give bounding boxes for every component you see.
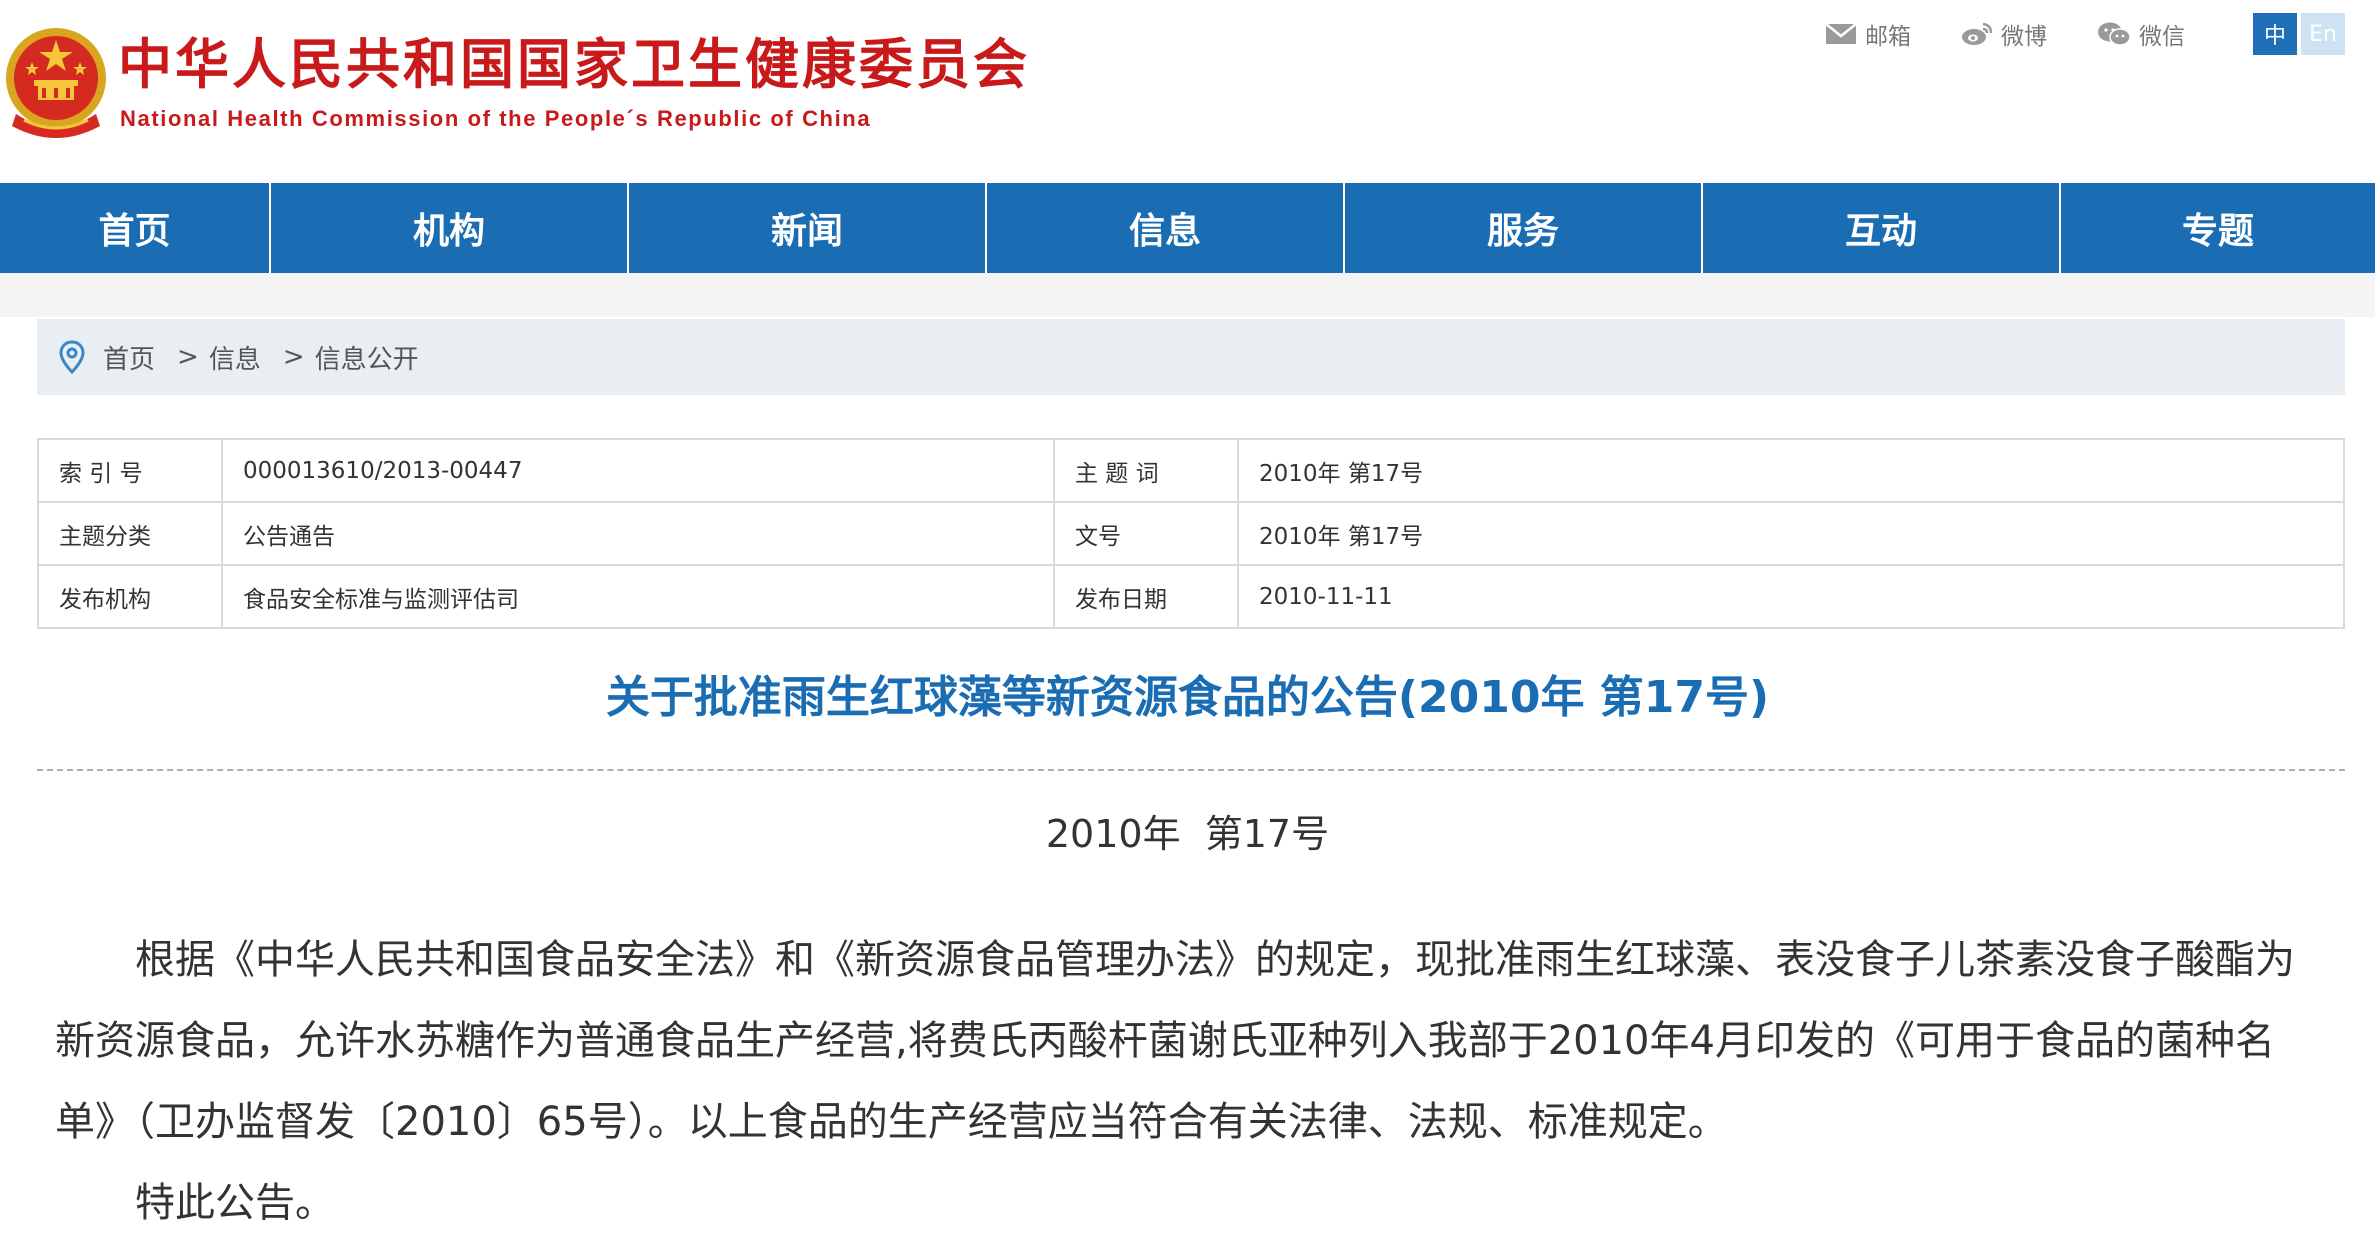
meta-value-category: 公告通告 [221, 501, 1055, 566]
meta-label-publish-date: 发布日期 [1053, 564, 1239, 629]
weibo-link-label: 微博 [2001, 24, 2047, 50]
national-emblem-logo[interactable] [2, 22, 110, 142]
table-row: 主题分类 公告通告 文号 2010年 第17号 [37, 501, 2345, 566]
nav-item-information[interactable]: 信息 [987, 183, 1345, 273]
wechat-link-label: 微信 [2139, 24, 2185, 50]
lang-en-button[interactable]: En [2301, 13, 2345, 55]
top-links: 邮箱 微博 微信 中 En [1775, 13, 2345, 55]
weibo-icon [1962, 22, 1993, 45]
breadcrumb-separator: > [282, 342, 305, 372]
meta-value-index-number: 000013610/2013-00447 [221, 438, 1055, 503]
main-nav: 首页 机构 新闻 信息 服务 互动 专题 [0, 183, 2375, 273]
table-row: 发布机构 食品安全标准与监测评估司 发布日期 2010-11-11 [37, 564, 2345, 629]
nav-item-news[interactable]: 新闻 [629, 183, 987, 273]
meta-value-publish-date: 2010-11-11 [1237, 564, 2345, 629]
article-title: 关于批准雨生红球藻等新资源食品的公告(2010年 第17号) [605, 672, 1770, 723]
location-pin-icon [59, 340, 85, 374]
wechat-icon [2098, 22, 2131, 46]
meta-value-publisher: 食品安全标准与监测评估司 [221, 564, 1055, 629]
article-doc-number: 2010年 第17号 [1045, 812, 1330, 856]
mail-link-label: 邮箱 [1865, 24, 1911, 50]
title-divider [37, 769, 2345, 771]
table-row: 索 引 号 000013610/2013-00447 主 题 词 2010年 第… [37, 438, 2345, 503]
meta-label-keywords: 主 题 词 [1053, 438, 1239, 503]
breadcrumb-separator: > [177, 342, 199, 372]
breadcrumb-information[interactable]: 信息 [209, 339, 261, 376]
article-paragraph: 特此公告。 [135, 1180, 335, 1226]
language-switch: 中 En [2249, 13, 2345, 55]
mail-icon [1825, 23, 1857, 44]
nav-item-home[interactable]: 首页 [0, 183, 271, 273]
nav-item-topics[interactable]: 专题 [2061, 183, 2375, 273]
breadcrumb: 首页 > 信息 > 信息公开 [37, 319, 2345, 395]
document-metadata-table: 索 引 号 000013610/2013-00447 主 题 词 2010年 第… [37, 438, 2345, 629]
wechat-link[interactable]: 微信 [2097, 17, 2185, 51]
lang-cn-button[interactable]: 中 [2253, 13, 2297, 55]
site-name-cn[interactable]: 中华人民共和国国家卫生健康委员会 [118, 28, 1030, 100]
weibo-link[interactable]: 微博 [1961, 17, 2047, 51]
nav-bottom-strip [0, 273, 2375, 317]
article-body: 根据《中华人民共和国食品安全法》和《新资源食品管理办法》的规定，现批准雨生红球藻… [55, 920, 2325, 1244]
meta-value-doc-number: 2010年 第17号 [1237, 501, 2345, 566]
nav-item-interaction[interactable]: 互动 [1703, 183, 2061, 273]
nav-item-services[interactable]: 服务 [1345, 183, 1703, 273]
nav-item-organization[interactable]: 机构 [271, 183, 629, 273]
meta-value-keywords: 2010年 第17号 [1237, 438, 2345, 503]
site-header: 中华人民共和国国家卫生健康委员会 National Health Commiss… [0, 0, 2375, 183]
breadcrumb-home[interactable]: 首页 [103, 339, 155, 376]
meta-label-index-number: 索 引 号 [37, 438, 223, 503]
meta-label-publisher: 发布机构 [37, 564, 223, 629]
article-paragraph: 根据《中华人民共和国食品安全法》和《新资源食品管理办法》的规定，现批准雨生红球藻… [55, 937, 2295, 1145]
mail-link[interactable]: 邮箱 [1825, 17, 1911, 51]
meta-label-doc-number: 文号 [1053, 501, 1239, 566]
meta-label-category: 主题分类 [37, 501, 223, 566]
site-name-en[interactable]: National Health Commission of the People… [120, 104, 871, 134]
breadcrumb-disclosure[interactable]: 信息公开 [315, 339, 419, 376]
